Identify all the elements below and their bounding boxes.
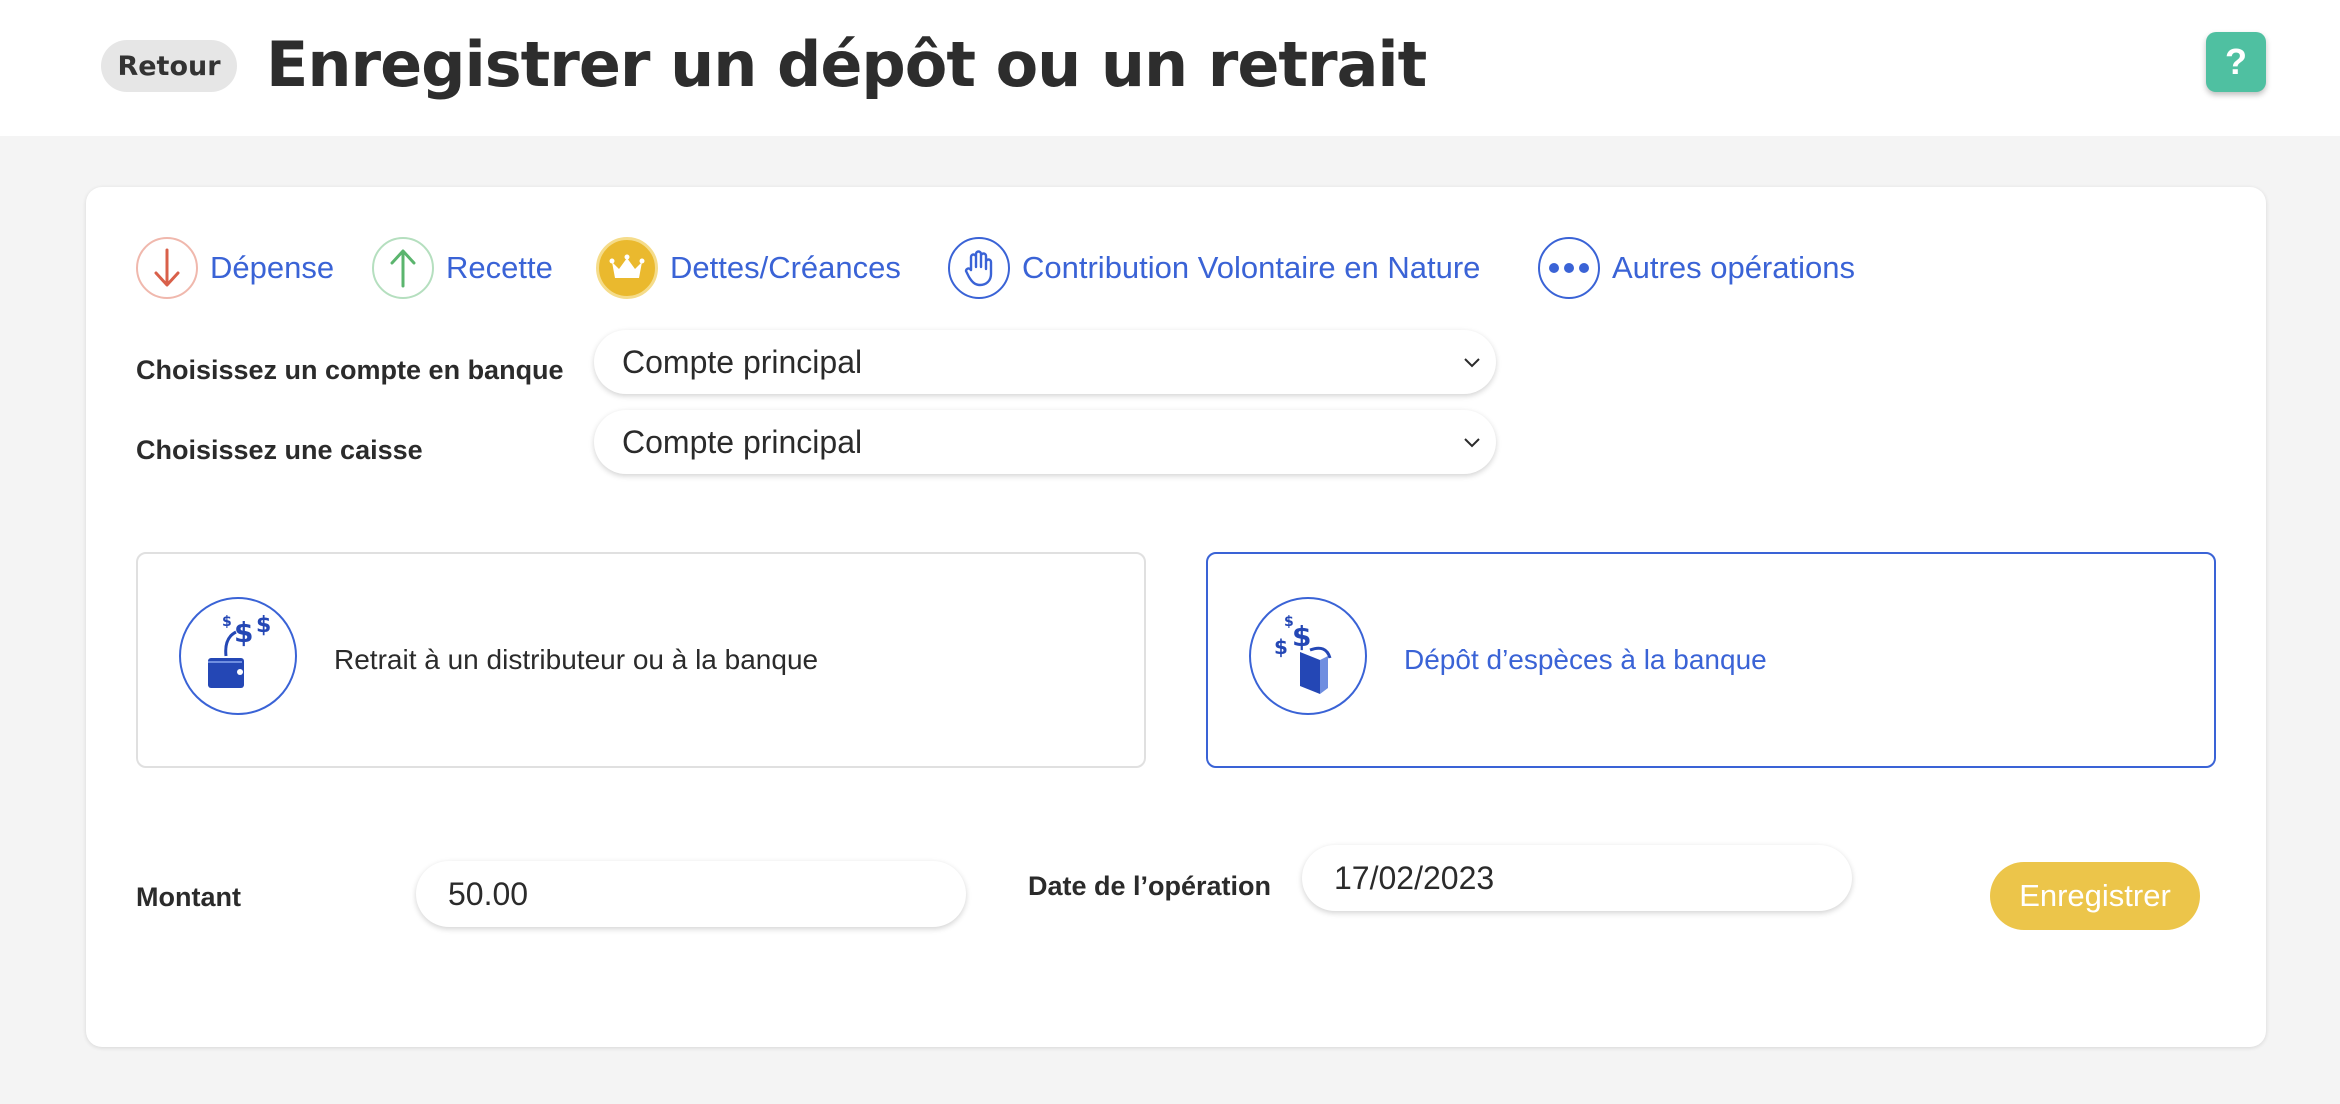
amount-label: Montant — [136, 882, 241, 912]
help-button[interactable]: ? — [2206, 32, 2266, 92]
chevron-down-icon — [1464, 358, 1480, 368]
choice-deposit-label: Dépôt d’espèces à la banque — [1404, 644, 1767, 675]
choice-withdrawal-label: Retrait à un distributeur ou à la banque — [334, 644, 819, 675]
svg-text:$: $ — [1284, 614, 1294, 630]
svg-text:$: $ — [234, 616, 253, 649]
tab-autres-label: Autres opérations — [1612, 250, 1855, 285]
page-title: Enregistrer un dépôt ou un retrait — [266, 28, 1427, 101]
top-bar: Retour Enregistrer un dépôt ou un retrai… — [0, 0, 2340, 136]
tab-autres-operations[interactable]: Autres opérations — [1538, 236, 1855, 300]
cash-deposit-icon: $ $ $ — [1249, 597, 1367, 715]
tab-depense-label: Dépense — [210, 250, 335, 285]
tab-dettes-creances[interactable]: Dettes/Créances — [596, 236, 901, 300]
crown-icon — [596, 237, 658, 299]
more-dots-icon — [1538, 237, 1600, 299]
amount-input[interactable]: 50.00 — [416, 861, 966, 927]
cash-box-label: Choisissez une caisse — [136, 435, 423, 465]
tab-recette-label: Recette — [446, 250, 553, 285]
save-button[interactable]: Enregistrer — [1990, 862, 2200, 930]
cash-box-value: Compte principal — [622, 423, 863, 460]
choice-deposit[interactable]: $ $ $ Dépôt d’espèces à la banque — [1206, 552, 2216, 768]
bank-account-select[interactable]: Compte principal — [594, 330, 1496, 394]
date-input[interactable]: 17/02/2023 — [1302, 845, 1852, 911]
bank-account-label: Choisissez un compte en banque — [136, 355, 564, 385]
back-button[interactable]: Retour — [101, 40, 237, 92]
arrow-up-icon — [372, 237, 434, 299]
chevron-down-icon — [1464, 438, 1480, 448]
svg-text:$: $ — [1292, 620, 1311, 653]
choice-withdrawal[interactable]: $ $ $ Retrait à un distributeur ou à la … — [136, 552, 1146, 768]
svg-text:$: $ — [222, 614, 232, 630]
tab-recette[interactable]: Recette — [372, 236, 553, 300]
date-label: Date de l’opération — [1028, 871, 1272, 901]
arrow-down-icon — [136, 237, 198, 299]
tab-contribution-label: Contribution Volontaire en Nature — [1022, 250, 1481, 285]
cash-box-select[interactable]: Compte principal — [594, 410, 1496, 474]
bank-account-value: Compte principal — [622, 343, 863, 380]
tab-depense[interactable]: Dépense — [136, 236, 334, 300]
tab-contribution-nature[interactable]: Contribution Volontaire en Nature — [948, 236, 1480, 300]
svg-text:$: $ — [256, 613, 271, 638]
cash-withdrawal-icon: $ $ $ — [179, 597, 297, 715]
svg-text:$: $ — [1274, 635, 1288, 659]
hand-icon — [948, 237, 1010, 299]
tab-dettes-label: Dettes/Créances — [670, 250, 901, 285]
